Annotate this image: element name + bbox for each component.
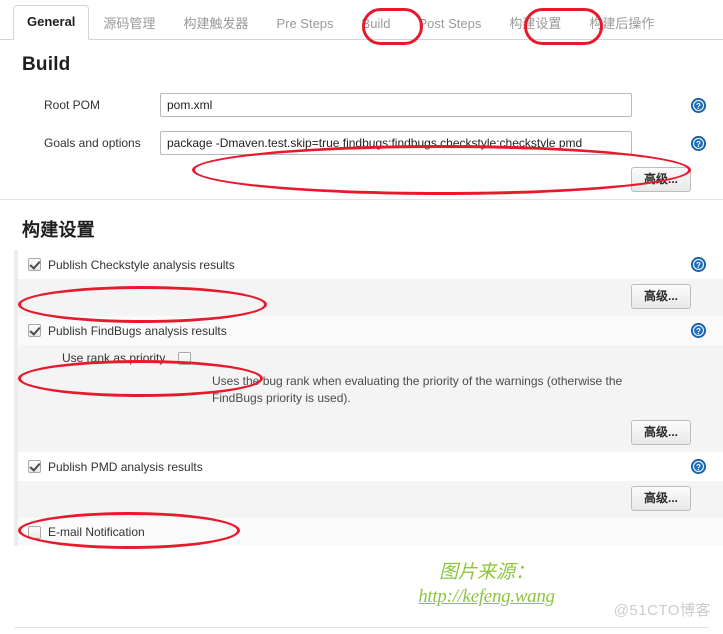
findbugs-advanced-row: 高级...: [18, 415, 723, 452]
publish-checkstyle-checkbox[interactable]: [28, 258, 41, 271]
email-notification-row[interactable]: E-mail Notification: [18, 518, 723, 546]
findbugs-row[interactable]: Publish FindBugs analysis results ?: [18, 316, 723, 345]
use-rank-as-priority-label: Use rank as priority: [62, 351, 166, 365]
goals-options-label: Goals and options: [44, 136, 141, 150]
goals-options-row: Goals and options ?: [0, 124, 723, 162]
pmd-advanced-row: 高级...: [18, 481, 723, 518]
pmd-block: Publish PMD analysis results ? 高级...: [14, 452, 723, 518]
publish-pmd-label: Publish PMD analysis results: [48, 459, 203, 474]
help-icon[interactable]: ?: [691, 97, 706, 113]
source-watermark: 图片来源： http://kefeng.wang: [383, 557, 590, 613]
tab-scm[interactable]: 源码管理: [89, 8, 169, 40]
root-pom-label: Root POM: [44, 98, 101, 112]
tab-build-settings[interactable]: 构建设置: [495, 8, 575, 40]
tab-build-triggers-label: 构建触发器: [183, 16, 249, 31]
pmd-advanced-button[interactable]: 高级...: [630, 486, 691, 511]
email-notification-checkbox[interactable]: [28, 525, 41, 539]
help-icon[interactable]: ?: [691, 135, 706, 151]
tab-post-steps-label: Post Steps: [418, 16, 482, 31]
checkstyle-advanced-button[interactable]: 高级...: [630, 284, 691, 309]
bottom-divider: [14, 627, 709, 628]
findbugs-sub-body: Use rank as priority Uses the bug rank w…: [18, 345, 723, 452]
findbugs-block: Publish FindBugs analysis results ? Use …: [14, 316, 723, 452]
tab-build-settings-label: 构建设置: [509, 16, 562, 31]
help-icon[interactable]: ?: [691, 323, 706, 338]
tab-post-build-actions[interactable]: 构建后操作: [575, 8, 668, 40]
root-pom-row: Root POM ?: [0, 86, 723, 124]
build-section-title: Build: [22, 54, 71, 75]
tab-scm-label: 源码管理: [103, 16, 156, 31]
config-page: Build Root POM ? Goals and options ?: [0, 40, 723, 546]
build-advanced-button[interactable]: 高级...: [630, 167, 691, 192]
help-icon[interactable]: ?: [691, 459, 706, 474]
tab-pre-steps[interactable]: Pre Steps: [262, 8, 347, 40]
build-advanced-row: 高级...: [0, 162, 723, 199]
svg-text:?: ?: [696, 102, 701, 111]
goals-options-input[interactable]: [160, 131, 632, 155]
svg-text:?: ?: [696, 463, 701, 472]
build-settings-title: 构建设置: [22, 220, 95, 240]
help-icon[interactable]: ?: [691, 257, 706, 272]
tab-bar: General 源码管理 构建触发器 Pre Steps Build Post …: [0, 0, 723, 40]
svg-text:?: ?: [696, 327, 701, 336]
root-pom-input[interactable]: [160, 93, 632, 117]
tab-build-label: Build: [361, 16, 391, 31]
tab-general-label: General: [27, 14, 76, 29]
email-notification-label: E-mail Notification: [48, 525, 145, 539]
site-watermark: @51CTO博客: [613, 602, 711, 619]
source-watermark-line1: 图片来源：: [438, 562, 534, 583]
tab-build[interactable]: Build: [348, 8, 405, 40]
tab-pre-steps-label: Pre Steps: [276, 16, 334, 31]
tab-build-triggers[interactable]: 构建触发器: [169, 8, 262, 40]
source-watermark-line2: http://kefeng.wang: [418, 586, 555, 607]
goals-options-field-wrap: [160, 131, 691, 155]
use-rank-as-priority-description: Uses the bug rank when evaluating the pr…: [212, 374, 623, 405]
findbugs-advanced-button[interactable]: 高级...: [630, 420, 691, 445]
publish-pmd-checkbox[interactable]: [28, 460, 41, 473]
tab-post-build-actions-label: 构建后操作: [589, 16, 655, 31]
use-rank-as-priority-checkbox[interactable]: [178, 351, 191, 365]
svg-text:?: ?: [696, 261, 701, 270]
email-notification-block: E-mail Notification: [14, 518, 723, 546]
publish-checkstyle-label: Publish Checkstyle analysis results: [48, 257, 235, 272]
publish-findbugs-label: Publish FindBugs analysis results: [48, 323, 227, 338]
checkstyle-advanced-row: 高级...: [18, 279, 723, 316]
svg-text:?: ?: [696, 140, 701, 149]
pmd-row[interactable]: Publish PMD analysis results ?: [18, 452, 723, 481]
tab-post-steps[interactable]: Post Steps: [404, 8, 495, 40]
root-pom-field-wrap: [160, 93, 691, 117]
checkstyle-block: Publish Checkstyle analysis results ? 高级…: [14, 250, 723, 316]
publish-findbugs-checkbox[interactable]: [28, 324, 41, 337]
checkstyle-row[interactable]: Publish Checkstyle analysis results ?: [18, 250, 723, 279]
tab-general[interactable]: General: [13, 5, 90, 40]
use-rank-as-priority-row: Use rank as priority: [18, 345, 723, 371]
